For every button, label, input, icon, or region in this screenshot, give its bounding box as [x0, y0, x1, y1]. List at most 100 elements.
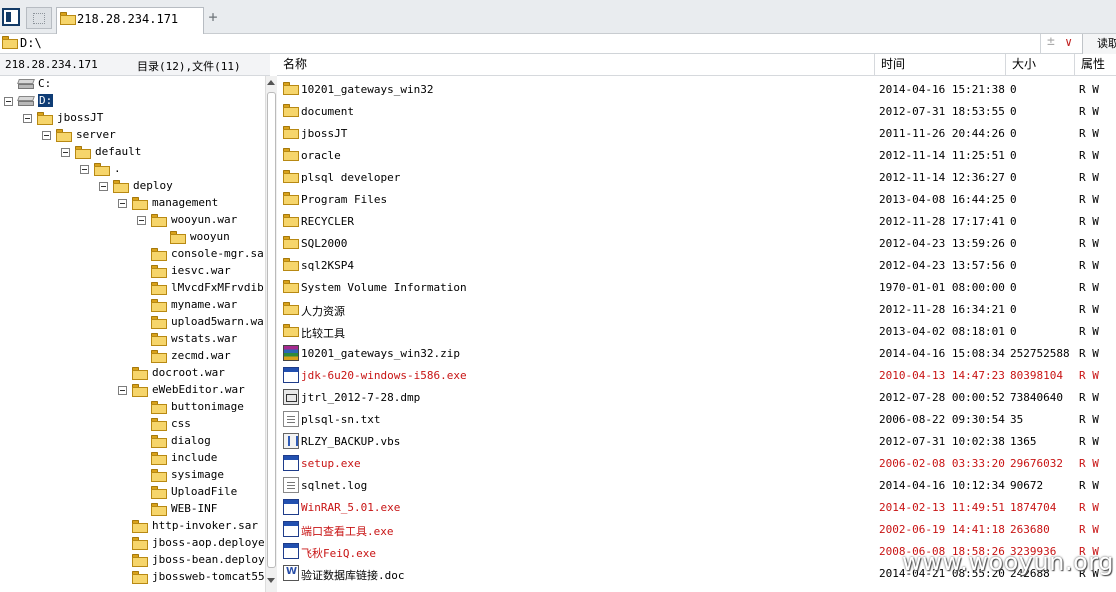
tree-item[interactable]: wstats.war — [0, 331, 265, 348]
scroll-up-icon[interactable] — [267, 80, 275, 85]
tab-active[interactable]: 218.28.234.171 — [56, 7, 204, 34]
file-row[interactable]: SQL2000 2012-04-23 13:59:26 0 R W — [277, 232, 1116, 254]
tree-item-label: myname.war — [171, 298, 238, 311]
collapse-icon[interactable] — [4, 97, 13, 106]
file-row[interactable]: 10201_gateways_win32 2014-04-16 15:21:38 0… — [277, 78, 1116, 100]
panel-toggle-icon[interactable] — [2, 8, 20, 26]
file-row[interactable]: document 2012-07-31 18:53:55 0 R W — [277, 100, 1116, 122]
tab-blank[interactable] — [26, 7, 52, 29]
tree-item[interactable]: UploadFile — [0, 484, 265, 501]
tree-item-label: deploy — [133, 179, 173, 192]
file-time: 2013-04-08 16:44:25 — [879, 193, 1005, 206]
tree-item-label: jboss-bean.deployer — [152, 553, 265, 566]
column-attr[interactable]: 属性 — [1074, 54, 1116, 76]
tree-item[interactable]: wooyun — [0, 229, 265, 246]
file-row[interactable]: sql2KSP4 2012-04-23 13:57:56 0 R W — [277, 254, 1116, 276]
file-row[interactable]: RECYCLER 2012-11-28 17:17:41 0 R W — [277, 210, 1116, 232]
tree-item[interactable]: sysimage — [0, 467, 265, 484]
tree-item[interactable]: eWebEditor.war — [0, 382, 265, 399]
tree-item[interactable]: . — [0, 161, 265, 178]
collapse-icon[interactable] — [42, 131, 51, 140]
tree-item[interactable]: jbossweb-tomcat55.sar — [0, 569, 265, 586]
tree-item[interactable]: dialog — [0, 433, 265, 450]
chevron-down-icon[interactable]: ∨ — [1065, 35, 1072, 49]
file-row[interactable]: Program Files 2013-04-08 16:44:25 0 R W — [277, 188, 1116, 210]
exe-icon — [283, 499, 299, 515]
file-row[interactable]: WinRAR_5.01.exe 2014-02-13 11:49:51 187470… — [277, 496, 1116, 518]
file-row[interactable]: plsql-sn.txt 2006-08-22 09:30:54 35 R W — [277, 408, 1116, 430]
tree-item-label: jboss-aop.deployer — [152, 536, 265, 549]
path-input[interactable]: D:\ — [20, 36, 42, 50]
file-attr: R W — [1079, 457, 1099, 470]
tree-item[interactable]: management — [0, 195, 265, 212]
file-row[interactable]: sqlnet.log 2014-04-16 10:12:34 90672 R W — [277, 474, 1116, 496]
tree-item[interactable]: console-mgr.sar — [0, 246, 265, 263]
folder-icon — [132, 197, 148, 210]
tree-item[interactable]: wooyun.war — [0, 212, 265, 229]
tree-item[interactable]: upload5warn.war — [0, 314, 265, 331]
folder-icon — [283, 258, 299, 271]
column-name[interactable]: 名称 — [277, 54, 874, 76]
file-name: System Volume Information — [301, 281, 467, 294]
file-row[interactable]: jbossJT 2011-11-26 20:44:26 0 R W — [277, 122, 1116, 144]
file-row[interactable]: setup.exe 2006-02-08 03:33:20 29676032 R W — [277, 452, 1116, 474]
tree-item[interactable]: server — [0, 127, 265, 144]
tree-item[interactable]: http-invoker.sar — [0, 518, 265, 535]
path-controls: ± ∨ — [1040, 34, 1082, 54]
folder-icon — [132, 384, 148, 397]
collapse-icon[interactable] — [80, 165, 89, 174]
column-size[interactable]: 大小 — [1005, 54, 1074, 76]
collapse-icon[interactable] — [99, 182, 108, 191]
tree-item[interactable]: jboss-aop.deployer — [0, 535, 265, 552]
tree-item[interactable]: zecmd.war — [0, 348, 265, 365]
tree-item[interactable]: jbossJT — [0, 110, 265, 127]
tree-item[interactable]: myname.war — [0, 297, 265, 314]
tree-item[interactable]: D: — [0, 93, 265, 110]
file-row[interactable]: 比较工具 2013-04-02 08:18:01 0 R W — [277, 320, 1116, 342]
file-attr: R W — [1079, 369, 1099, 382]
read-button[interactable]: 读取 — [1082, 34, 1116, 54]
file-time: 2006-08-22 09:30:54 — [879, 413, 1005, 426]
plus-minus-icon[interactable]: ± — [1047, 34, 1055, 49]
collapse-icon[interactable] — [137, 216, 146, 225]
tree-item[interactable]: buttonimage — [0, 399, 265, 416]
add-tab-icon[interactable]: + — [206, 9, 220, 25]
collapse-icon[interactable] — [118, 386, 127, 395]
file-row[interactable]: 端口查看工具.exe 2002-06-19 14:41:18 263680 R W — [277, 518, 1116, 540]
file-row[interactable]: 人力资源 2012-11-28 16:34:21 0 R W — [277, 298, 1116, 320]
tree-item-label: include — [171, 451, 218, 464]
file-row[interactable]: jtrl_2012-7-28.dmp 2012-07-28 00:00:52 738… — [277, 386, 1116, 408]
tree-scrollbar[interactable] — [265, 76, 277, 592]
tree-item-label: css — [171, 417, 191, 430]
folder-icon — [151, 503, 167, 516]
file-row[interactable]: oracle 2012-11-14 11:25:51 0 R W — [277, 144, 1116, 166]
file-row[interactable]: 10201_gateways_win32.zip 2014-04-16 15:08… — [277, 342, 1116, 364]
tree-item[interactable]: deploy — [0, 178, 265, 195]
collapse-icon[interactable] — [61, 148, 70, 157]
file-time: 2014-04-16 15:21:38 — [879, 83, 1005, 96]
scroll-down-icon[interactable] — [267, 578, 275, 583]
tree-item[interactable]: include — [0, 450, 265, 467]
file-row[interactable]: RLZY_BACKUP.vbs 2012-07-31 10:02:38 1365 R … — [277, 430, 1116, 452]
column-time[interactable]: 时间 — [874, 54, 1005, 76]
file-row[interactable]: jdk-6u20-windows-i586.exe 2010-04-13 14:4… — [277, 364, 1116, 386]
collapse-icon[interactable] — [23, 114, 32, 123]
scroll-thumb[interactable] — [267, 92, 276, 568]
tree-item[interactable]: lMvcdFxMFrvdib.war — [0, 280, 265, 297]
collapse-icon[interactable] — [118, 199, 127, 208]
file-row[interactable]: plsql developer 2012-11-14 12:36:27 0 R W — [277, 166, 1116, 188]
tree-item[interactable]: iesvc.war — [0, 263, 265, 280]
tree-item[interactable]: C: — [0, 76, 265, 93]
file-attr: R W — [1079, 193, 1099, 206]
text-file-icon — [283, 477, 299, 493]
tree-item[interactable]: jboss-bean.deployer — [0, 552, 265, 569]
folder-icon — [151, 401, 167, 414]
tree-item[interactable]: css — [0, 416, 265, 433]
tree-item[interactable]: WEB-INF — [0, 501, 265, 518]
folder-icon — [170, 231, 186, 244]
tree-item[interactable]: docroot.war — [0, 365, 265, 382]
tree-item[interactable]: default — [0, 144, 265, 161]
folder-icon — [151, 214, 167, 227]
file-row[interactable]: System Volume Information 1970-01-01 08:0… — [277, 276, 1116, 298]
file-name: sqlnet.log — [301, 479, 368, 492]
